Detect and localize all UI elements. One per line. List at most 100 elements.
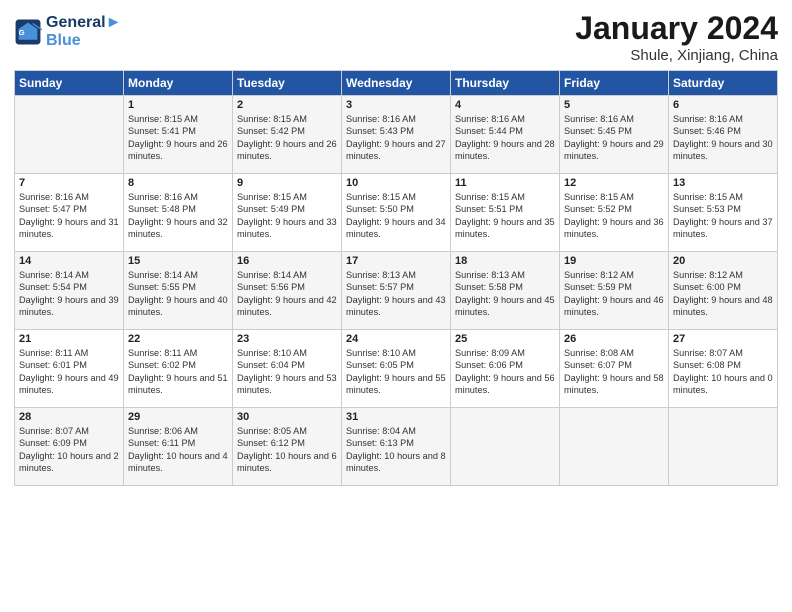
cell-info: Sunrise: 8:16 AMSunset: 5:48 PMDaylight:… <box>128 191 228 241</box>
day-number: 15 <box>128 255 228 267</box>
day-number: 24 <box>346 333 446 345</box>
calendar-cell: 12Sunrise: 8:15 AMSunset: 5:52 PMDayligh… <box>560 174 669 252</box>
cell-info: Sunrise: 8:14 AMSunset: 5:56 PMDaylight:… <box>237 269 337 319</box>
cell-info: Sunrise: 8:07 AMSunset: 6:09 PMDaylight:… <box>19 425 119 475</box>
cell-info: Sunrise: 8:16 AMSunset: 5:45 PMDaylight:… <box>564 113 664 163</box>
day-number: 5 <box>564 99 664 111</box>
title-block: January 2024 Shule, Xinjiang, China <box>575 10 778 64</box>
calendar-cell: 1Sunrise: 8:15 AMSunset: 5:41 PMDaylight… <box>124 96 233 174</box>
cell-info: Sunrise: 8:13 AMSunset: 5:58 PMDaylight:… <box>455 269 555 319</box>
cell-info: Sunrise: 8:12 AMSunset: 6:00 PMDaylight:… <box>673 269 773 319</box>
cell-info: Sunrise: 8:15 AMSunset: 5:53 PMDaylight:… <box>673 191 773 241</box>
cell-info: Sunrise: 8:06 AMSunset: 6:11 PMDaylight:… <box>128 425 228 475</box>
calendar-cell: 20 Sunrise: 8:12 AMSunset: 6:00 PMDayligh… <box>669 252 778 330</box>
col-thursday: Thursday <box>451 71 560 96</box>
calendar-week-row: 1Sunrise: 8:15 AMSunset: 5:41 PMDaylight… <box>15 96 778 174</box>
cell-info: Sunrise: 8:15 AMSunset: 5:41 PMDaylight:… <box>128 113 228 163</box>
calendar-cell: 8Sunrise: 8:16 AMSunset: 5:48 PMDaylight… <box>124 174 233 252</box>
day-number: 2 <box>237 99 337 111</box>
col-monday: Monday <box>124 71 233 96</box>
day-number: 28 <box>19 411 119 423</box>
calendar-week-row: 14Sunrise: 8:14 AMSunset: 5:54 PMDayligh… <box>15 252 778 330</box>
calendar-cell: 25Sunrise: 8:09 AMSunset: 6:06 PMDayligh… <box>451 330 560 408</box>
cell-info: Sunrise: 8:16 AMSunset: 5:47 PMDaylight:… <box>19 191 119 241</box>
day-number: 23 <box>237 333 337 345</box>
day-number: 16 <box>237 255 337 267</box>
day-number: 13 <box>673 177 773 189</box>
cell-info: Sunrise: 8:08 AMSunset: 6:07 PMDaylight:… <box>564 347 664 397</box>
cell-info: Sunrise: 8:16 AMSunset: 5:44 PMDaylight:… <box>455 113 555 163</box>
calendar-cell: 3 Sunrise: 8:16 AMSunset: 5:43 PMDaylight… <box>342 96 451 174</box>
day-number: 9 <box>237 177 337 189</box>
col-wednesday: Wednesday <box>342 71 451 96</box>
calendar-cell: 11 Sunrise: 8:15 AMSunset: 5:51 PMDayligh… <box>451 174 560 252</box>
calendar-cell: 16 Sunrise: 8:14 AMSunset: 5:56 PMDayligh… <box>233 252 342 330</box>
cell-info: Sunrise: 8:15 AMSunset: 5:52 PMDaylight:… <box>564 191 664 241</box>
cell-info: Sunrise: 8:12 AMSunset: 5:59 PMDaylight:… <box>564 269 664 319</box>
calendar-week-row: 28 Sunrise: 8:07 AMSunset: 6:09 PMDayligh… <box>15 408 778 486</box>
calendar-cell: 9 Sunrise: 8:15 AMSunset: 5:49 PMDaylight… <box>233 174 342 252</box>
col-saturday: Saturday <box>669 71 778 96</box>
logo: G General► Blue <box>14 14 121 49</box>
cell-info: Sunrise: 8:15 AMSunset: 5:50 PMDaylight:… <box>346 191 446 241</box>
day-number: 3 <box>346 99 446 111</box>
col-friday: Friday <box>560 71 669 96</box>
cell-info: Sunrise: 8:14 AMSunset: 5:54 PMDaylight:… <box>19 269 119 319</box>
calendar-header-row: Sunday Monday Tuesday Wednesday Thursday… <box>15 71 778 96</box>
day-number: 22 <box>128 333 228 345</box>
svg-text:G: G <box>19 28 25 37</box>
calendar-cell: 31Sunrise: 8:04 AMSunset: 6:13 PMDayligh… <box>342 408 451 486</box>
calendar-cell: 23 Sunrise: 8:10 AMSunset: 6:04 PMDayligh… <box>233 330 342 408</box>
day-number: 10 <box>346 177 446 189</box>
calendar-cell: 14Sunrise: 8:14 AMSunset: 5:54 PMDayligh… <box>15 252 124 330</box>
calendar-cell: 15 Sunrise: 8:14 AMSunset: 5:55 PMDayligh… <box>124 252 233 330</box>
cell-info: Sunrise: 8:10 AMSunset: 6:04 PMDaylight:… <box>237 347 337 397</box>
day-number: 4 <box>455 99 555 111</box>
cell-info: Sunrise: 8:13 AMSunset: 5:57 PMDaylight:… <box>346 269 446 319</box>
calendar-week-row: 7 Sunrise: 8:16 AMSunset: 5:47 PMDaylight… <box>15 174 778 252</box>
subtitle: Shule, Xinjiang, China <box>575 47 778 64</box>
day-number: 6 <box>673 99 773 111</box>
page-container: G General► Blue January 2024 Shule, Xinj… <box>0 0 792 496</box>
calendar-cell: 13 Sunrise: 8:15 AMSunset: 5:53 PMDayligh… <box>669 174 778 252</box>
calendar-cell: 22 Sunrise: 8:11 AMSunset: 6:02 PMDayligh… <box>124 330 233 408</box>
col-sunday: Sunday <box>15 71 124 96</box>
calendar-table: Sunday Monday Tuesday Wednesday Thursday… <box>14 70 778 486</box>
calendar-cell: 21Sunrise: 8:11 AMSunset: 6:01 PMDayligh… <box>15 330 124 408</box>
calendar-cell: 4 Sunrise: 8:16 AMSunset: 5:44 PMDaylight… <box>451 96 560 174</box>
cell-info: Sunrise: 8:11 AMSunset: 6:02 PMDaylight:… <box>128 347 228 397</box>
day-number: 17 <box>346 255 446 267</box>
cell-info: Sunrise: 8:15 AMSunset: 5:51 PMDaylight:… <box>455 191 555 241</box>
day-number: 18 <box>455 255 555 267</box>
cell-info: Sunrise: 8:16 AMSunset: 5:43 PMDaylight:… <box>346 113 446 163</box>
cell-info: Sunrise: 8:04 AMSunset: 6:13 PMDaylight:… <box>346 425 446 475</box>
day-number: 26 <box>564 333 664 345</box>
calendar-cell: 6Sunrise: 8:16 AMSunset: 5:46 PMDaylight… <box>669 96 778 174</box>
main-title: January 2024 <box>575 10 778 47</box>
cell-info: Sunrise: 8:15 AMSunset: 5:42 PMDaylight:… <box>237 113 337 163</box>
calendar-cell: 5 Sunrise: 8:16 AMSunset: 5:45 PMDaylight… <box>560 96 669 174</box>
cell-info: Sunrise: 8:14 AMSunset: 5:55 PMDaylight:… <box>128 269 228 319</box>
calendar-cell: 19 Sunrise: 8:12 AMSunset: 5:59 PMDayligh… <box>560 252 669 330</box>
day-number: 7 <box>19 177 119 189</box>
day-number: 20 <box>673 255 773 267</box>
calendar-cell: 26 Sunrise: 8:08 AMSunset: 6:07 PMDayligh… <box>560 330 669 408</box>
calendar-cell: 27Sunrise: 8:07 AMSunset: 6:08 PMDayligh… <box>669 330 778 408</box>
calendar-cell: 24Sunrise: 8:10 AMSunset: 6:05 PMDayligh… <box>342 330 451 408</box>
calendar-cell <box>560 408 669 486</box>
calendar-cell <box>669 408 778 486</box>
calendar-cell <box>451 408 560 486</box>
logo-icon: G <box>14 18 42 46</box>
col-tuesday: Tuesday <box>233 71 342 96</box>
calendar-cell <box>15 96 124 174</box>
cell-info: Sunrise: 8:11 AMSunset: 6:01 PMDaylight:… <box>19 347 119 397</box>
cell-info: Sunrise: 8:05 AMSunset: 6:12 PMDaylight:… <box>237 425 337 475</box>
calendar-cell: 28 Sunrise: 8:07 AMSunset: 6:09 PMDayligh… <box>15 408 124 486</box>
day-number: 19 <box>564 255 664 267</box>
day-number: 29 <box>128 411 228 423</box>
calendar-cell: 18 Sunrise: 8:13 AMSunset: 5:58 PMDayligh… <box>451 252 560 330</box>
cell-info: Sunrise: 8:15 AMSunset: 5:49 PMDaylight:… <box>237 191 337 241</box>
calendar-cell: 7 Sunrise: 8:16 AMSunset: 5:47 PMDaylight… <box>15 174 124 252</box>
calendar-cell: 30Sunrise: 8:05 AMSunset: 6:12 PMDayligh… <box>233 408 342 486</box>
day-number: 11 <box>455 177 555 189</box>
